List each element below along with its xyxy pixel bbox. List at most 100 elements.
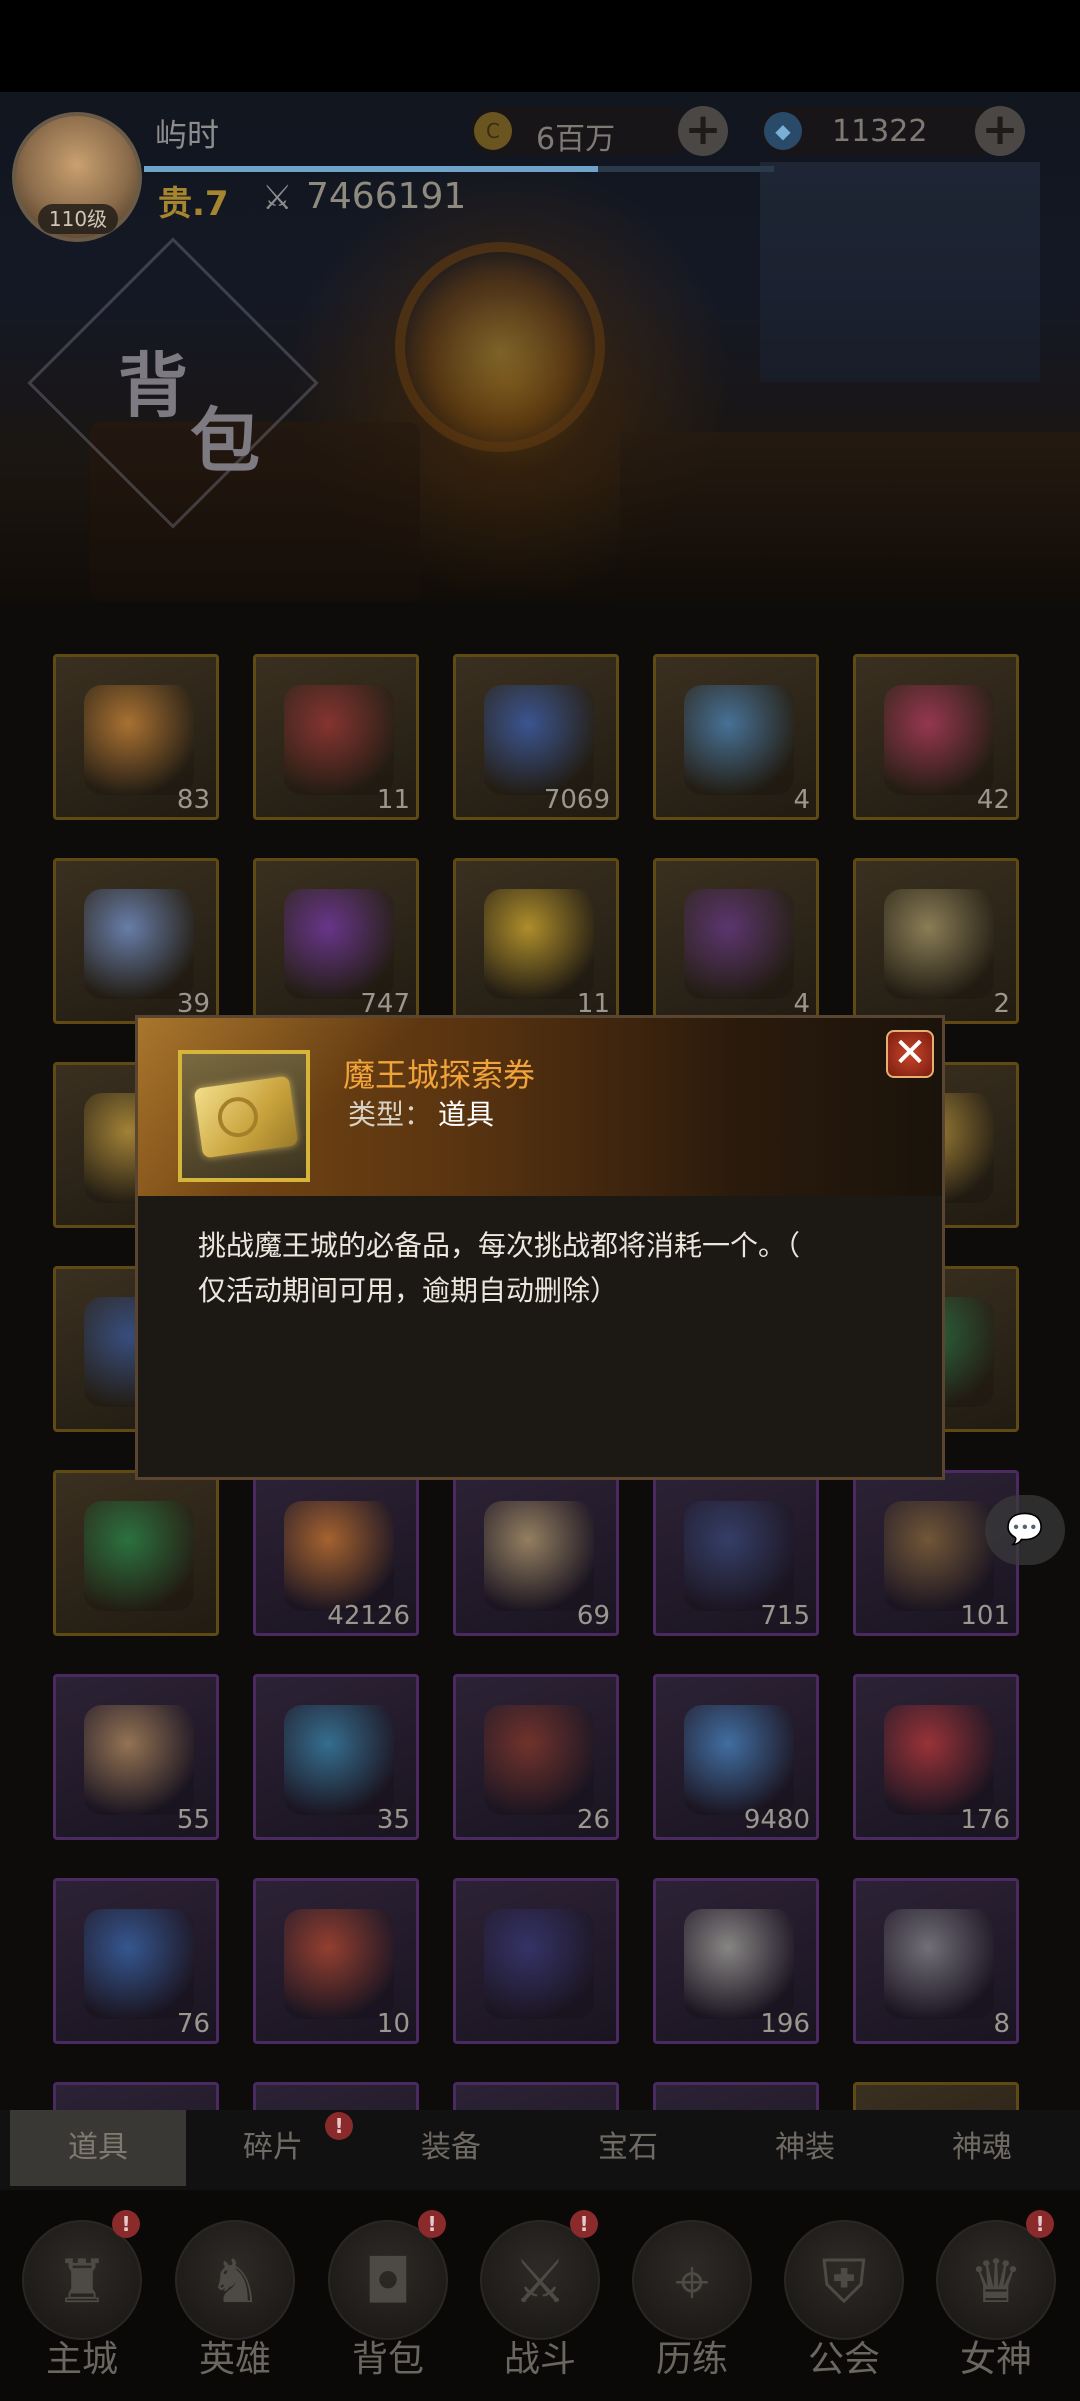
inventory-slot[interactable] xyxy=(453,2082,619,2110)
vip-rank: 贵.7 xyxy=(158,184,229,224)
inventory-slot[interactable]: 715 xyxy=(653,1470,819,1636)
ticket-icon xyxy=(193,1075,299,1159)
inventory-slot[interactable] xyxy=(53,2082,219,2110)
inventory-slot[interactable]: 176 xyxy=(853,1674,1019,1840)
item-icon xyxy=(284,889,394,999)
nav-item-0[interactable]: ♜ 主城! xyxy=(4,2210,154,2400)
inventory-slot[interactable]: 69 xyxy=(453,1470,619,1636)
item-icon xyxy=(84,1705,194,1815)
nav-item-1[interactable]: ♞ 英雄 xyxy=(157,2210,307,2400)
swords-icon: ⚔ xyxy=(480,2220,600,2340)
inventory-slot[interactable]: 4 xyxy=(653,654,819,820)
tab-label: 装备 xyxy=(421,2130,481,2165)
nav-label: 英雄 xyxy=(198,2339,271,2380)
tab-0[interactable]: 道具 xyxy=(10,2110,186,2186)
backpack-icon: ◘ xyxy=(328,2220,448,2340)
inventory-slot[interactable]: 8 xyxy=(853,1878,1019,2044)
inventory-slot[interactable]: 7069 xyxy=(453,654,619,820)
item-count: 11 xyxy=(376,785,410,815)
item-count: 10 xyxy=(376,2009,410,2039)
inventory-slot[interactable] xyxy=(653,2082,819,2110)
notification-badge: ! xyxy=(325,2112,353,2140)
tab-label: 碎片 xyxy=(243,2130,303,2165)
inventory-slot[interactable] xyxy=(253,2082,419,2110)
tab-2[interactable]: 装备 xyxy=(363,2110,539,2186)
item-icon xyxy=(284,1501,394,1611)
item-count: 42 xyxy=(976,785,1010,815)
nav-label: 主城 xyxy=(45,2339,118,2380)
tab-label: 神装 xyxy=(775,2130,835,2165)
nav-label: 背包 xyxy=(351,2339,424,2380)
item-type-value: 道具 xyxy=(438,1098,495,1131)
player-name: 屿时 xyxy=(155,116,220,154)
inventory-slot[interactable]: 747 xyxy=(253,858,419,1024)
inventory-slot[interactable]: 42126 xyxy=(253,1470,419,1636)
item-icon xyxy=(684,1909,794,2019)
combat-power: 7466191 xyxy=(306,176,467,217)
item-icon xyxy=(684,685,794,795)
inventory-slot[interactable]: 39 xyxy=(53,858,219,1024)
hero-icon: ♞ xyxy=(175,2220,295,2340)
inventory-slot[interactable]: 26 xyxy=(453,1674,619,1840)
item-icon xyxy=(884,889,994,999)
inventory-slot[interactable]: 10 xyxy=(253,1878,419,2044)
nav-label: 战斗 xyxy=(503,2339,576,2380)
nav-item-5[interactable]: ⛨ 公会 xyxy=(766,2210,916,2400)
item-count: 8 xyxy=(993,2009,1010,2039)
gem-resource: ◆ 11322 + xyxy=(760,106,1030,156)
nav-item-4[interactable]: ⌖ 历练 xyxy=(614,2210,764,2400)
inventory-slot[interactable]: 42 xyxy=(853,654,1019,820)
item-icon xyxy=(884,685,994,795)
notification-badge: ! xyxy=(112,2210,140,2238)
item-count: 715 xyxy=(760,1601,810,1631)
item-count: 42126 xyxy=(327,1601,410,1631)
inventory-slot[interactable] xyxy=(853,2082,1019,2110)
inventory-slot[interactable]: 11 xyxy=(253,654,419,820)
inventory-slot[interactable]: 83 xyxy=(53,654,219,820)
nav-item-3[interactable]: ⚔ 战斗! xyxy=(462,2210,612,2400)
inventory-slot[interactable] xyxy=(53,1470,219,1636)
add-gold-button[interactable]: + xyxy=(678,106,728,156)
inventory-slot[interactable]: 76 xyxy=(53,1878,219,2044)
inventory-slot[interactable]: 55 xyxy=(53,1674,219,1840)
item-icon xyxy=(684,1705,794,1815)
item-count: 101 xyxy=(960,1601,1010,1631)
item-icon xyxy=(884,1705,994,1815)
description-line-1: 挑战魔王城的必备品，每次挑战都将消耗一个。（ xyxy=(198,1229,801,1262)
castle-icon: ♜ xyxy=(22,2220,142,2340)
item-count: 7069 xyxy=(543,785,610,815)
item-icon xyxy=(484,1501,594,1611)
inventory-slot[interactable]: 35 xyxy=(253,1674,419,1840)
tab-3[interactable]: 宝石 xyxy=(540,2110,716,2186)
notification-badge: ! xyxy=(418,2210,446,2238)
item-icon xyxy=(284,1705,394,1815)
tab-4[interactable]: 神装 xyxy=(717,2110,893,2186)
item-count: 4 xyxy=(793,785,810,815)
chat-button[interactable]: 💬 xyxy=(985,1495,1065,1565)
exp-progress-bar xyxy=(144,166,774,172)
item-icon xyxy=(484,685,594,795)
item-icon xyxy=(884,1501,994,1611)
notification-badge: ! xyxy=(570,2210,598,2238)
item-icon xyxy=(684,1501,794,1611)
tab-5[interactable]: 神魂 xyxy=(894,2110,1070,2186)
status-bar xyxy=(0,0,1080,92)
item-icon xyxy=(84,1501,194,1611)
diamond-icon: ◆ xyxy=(764,112,802,150)
close-button[interactable]: ✕ xyxy=(886,1030,934,1078)
description-line-2: 仅活动期间可用，逾期自动删除） xyxy=(198,1274,619,1307)
item-icon xyxy=(84,685,194,795)
inventory-slot[interactable]: 9480 xyxy=(653,1674,819,1840)
inventory-slot[interactable]: 196 xyxy=(653,1878,819,2044)
item-description: 挑战魔王城的必备品，每次挑战都将消耗一个。（ 仅活动期间可用，逾期自动删除） xyxy=(198,1223,898,1313)
tab-label: 宝石 xyxy=(598,2130,658,2165)
add-gems-button[interactable]: + xyxy=(975,106,1025,156)
nav-item-6[interactable]: ♛ 女神! xyxy=(918,2210,1068,2400)
gold-value: 6百万 xyxy=(536,122,616,157)
inventory-slot[interactable]: 2 xyxy=(853,858,1019,1024)
gold-resource: C 6百万 + xyxy=(470,106,728,157)
inventory-slot[interactable]: 11 xyxy=(453,858,619,1024)
nav-item-2[interactable]: ◘ 背包! xyxy=(310,2210,460,2400)
inventory-slot[interactable] xyxy=(453,1878,619,2044)
inventory-slot[interactable]: 4 xyxy=(653,858,819,1024)
